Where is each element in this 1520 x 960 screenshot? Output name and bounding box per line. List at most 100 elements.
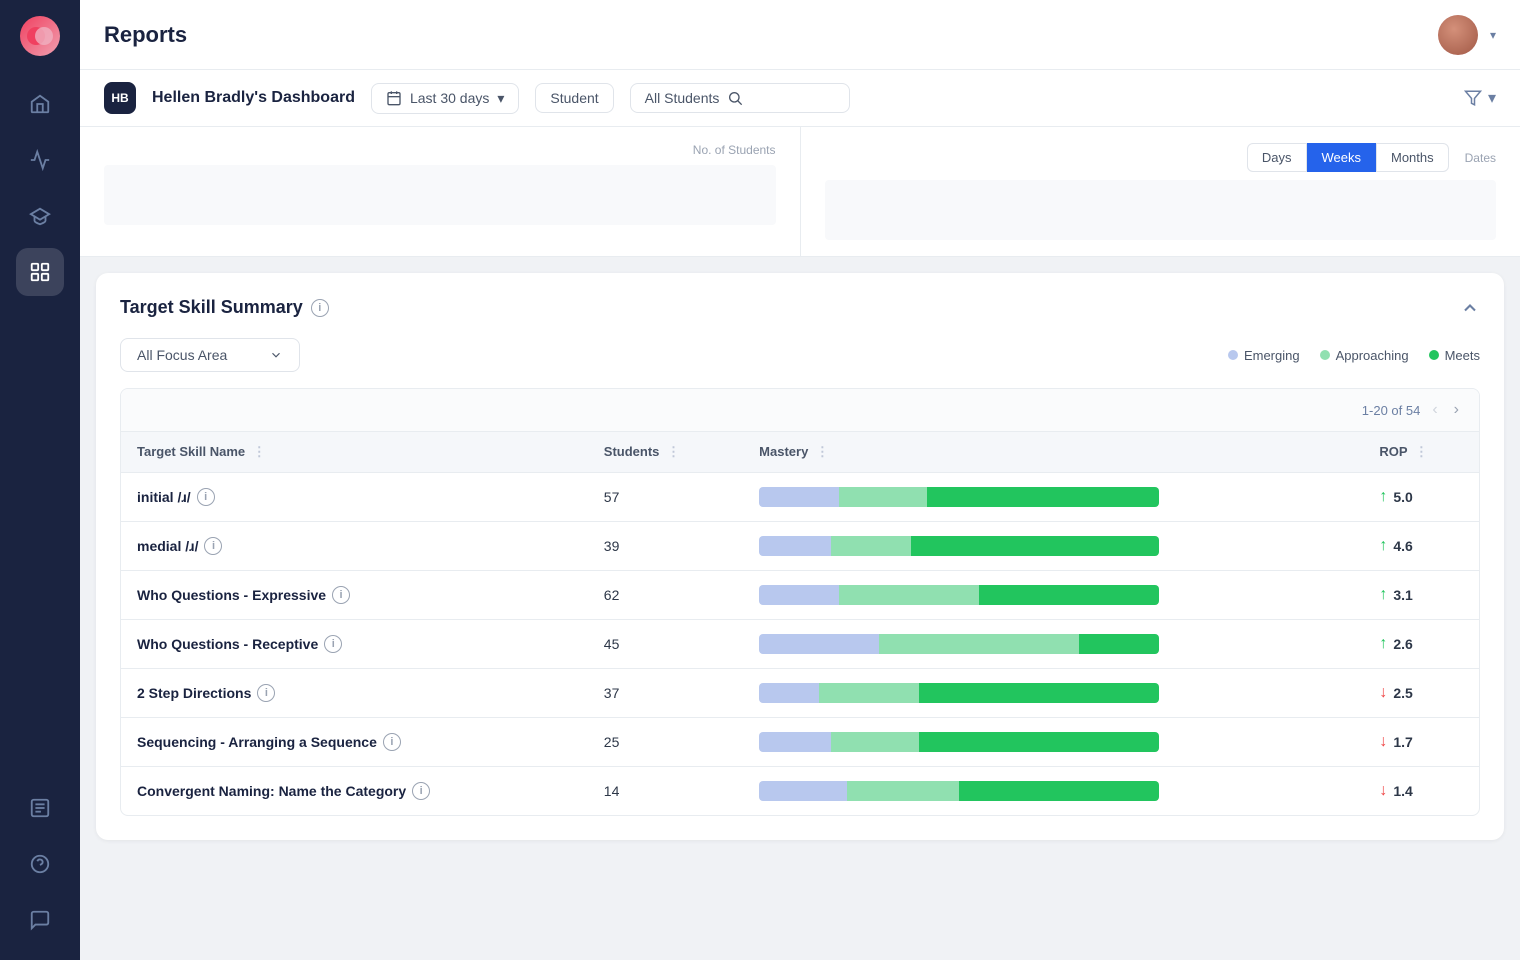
mastery-cell	[743, 718, 1363, 767]
sidebar-item-chart[interactable]	[16, 248, 64, 296]
skill-name-col-menu[interactable]: ⋮	[253, 444, 266, 459]
bar-approaching	[831, 536, 911, 556]
bar-meets	[959, 781, 1159, 801]
table-row[interactable]: Convergent Naming: Name the Category i 1…	[121, 767, 1479, 816]
rop-cell: ↑ 2.6	[1363, 620, 1479, 669]
skill-row-info-icon[interactable]: i	[324, 635, 342, 653]
mastery-cell	[743, 571, 1363, 620]
bar-meets	[919, 683, 1159, 703]
sidebar-item-messages[interactable]	[16, 896, 64, 944]
app-logo[interactable]	[20, 16, 60, 56]
sidebar-item-activity[interactable]	[16, 136, 64, 184]
legend-emerging: Emerging	[1228, 348, 1300, 363]
date-filter-button[interactable]: Last 30 days ▾	[371, 83, 519, 114]
mastery-cell	[743, 767, 1363, 816]
rop-trend-icon: ↑	[1379, 586, 1387, 604]
mastery-cell	[743, 669, 1363, 718]
rop-value: 3.1	[1393, 587, 1412, 603]
skill-row-info-icon[interactable]: i	[257, 684, 275, 702]
skill-title-info-icon[interactable]: i	[311, 299, 329, 317]
pagination-text: 1-20 of 54	[1362, 403, 1421, 418]
sidebar-item-home[interactable]	[16, 80, 64, 128]
rop-cell: ↑ 3.1	[1363, 571, 1479, 620]
bar-emerging	[759, 683, 819, 703]
skill-summary-header: Target Skill Summary i	[120, 297, 1480, 318]
focus-area-chevron-icon	[269, 348, 283, 362]
skill-name-cell: Convergent Naming: Name the Category i	[137, 782, 572, 800]
rop-col-menu[interactable]: ⋮	[1415, 444, 1428, 459]
mastery-col-menu[interactable]: ⋮	[816, 444, 829, 459]
dashboard-name: Hellen Bradly's Dashboard	[152, 89, 355, 107]
skill-row-info-icon[interactable]: i	[197, 488, 215, 506]
sidebar	[0, 0, 80, 960]
students-col-menu[interactable]: ⋮	[667, 444, 680, 459]
sidebar-item-reports[interactable]	[16, 784, 64, 832]
bar-approaching	[839, 487, 927, 507]
calendar-icon	[386, 90, 402, 106]
student-filter-button[interactable]: Student	[535, 83, 613, 113]
skills-table: Target Skill Name ⋮ Students ⋮ Mastery ⋮	[121, 432, 1479, 815]
time-btn-days[interactable]: Days	[1247, 143, 1307, 172]
rop-cell: ↓ 1.4	[1363, 767, 1479, 816]
students-cell: 45	[588, 620, 743, 669]
table-row[interactable]: medial /ɹ/ i 39 ↑ 4.6	[121, 522, 1479, 571]
bar-meets	[919, 732, 1159, 752]
next-page-button[interactable]: ›	[1450, 399, 1463, 421]
rop-cell: ↑ 5.0	[1363, 473, 1479, 522]
pagination-row: 1-20 of 54 ‹ ›	[121, 389, 1479, 432]
skill-name-cell: medial /ɹ/ i	[137, 537, 572, 555]
skill-row-info-icon[interactable]: i	[204, 537, 222, 555]
student-filter-label: Student	[550, 90, 598, 106]
skill-row-info-icon[interactable]: i	[383, 733, 401, 751]
table-row[interactable]: Who Questions - Expressive i 62 ↑ 3.1	[121, 571, 1479, 620]
bar-approaching	[879, 634, 1079, 654]
bar-approaching	[839, 585, 979, 605]
meets-label: Meets	[1445, 348, 1480, 363]
user-avatar[interactable]	[1438, 15, 1478, 55]
table-row[interactable]: 2 Step Directions i 37 ↓ 2.5	[121, 669, 1479, 718]
skill-summary-section: Target Skill Summary i All Focus Area	[96, 273, 1504, 840]
meets-dot	[1429, 350, 1439, 360]
students-cell: 62	[588, 571, 743, 620]
bar-approaching	[831, 732, 919, 752]
rop-trend-icon: ↓	[1379, 733, 1387, 751]
user-chevron-icon[interactable]: ▾	[1490, 28, 1496, 42]
legend-meets: Meets	[1429, 348, 1480, 363]
main-content: Reports ▾ HB Hellen Bradly's Dashboard L…	[80, 0, 1520, 960]
sidebar-item-help[interactable]	[16, 840, 64, 888]
table-row[interactable]: Sequencing - Arranging a Sequence i 25 ↓	[121, 718, 1479, 767]
content-area: No. of Students Days Weeks Months Dates	[80, 127, 1520, 960]
bar-emerging	[759, 487, 839, 507]
collapse-button[interactable]	[1460, 297, 1480, 318]
student-search-container[interactable]: All Students	[630, 83, 850, 113]
rop-trend-icon: ↑	[1379, 635, 1387, 653]
bar-approaching	[847, 781, 959, 801]
rop-trend-icon: ↑	[1379, 488, 1387, 506]
rop-value: 1.7	[1393, 734, 1412, 750]
time-btn-months[interactable]: Months	[1376, 143, 1449, 172]
filter-chevron-icon: ▾	[1488, 88, 1496, 108]
time-btn-weeks[interactable]: Weeks	[1307, 143, 1377, 172]
dates-label: Dates	[1465, 151, 1496, 165]
focus-area-select[interactable]: All Focus Area	[120, 338, 300, 372]
sidebar-item-graduation[interactable]	[16, 192, 64, 240]
dashboard-badge: HB	[104, 82, 136, 114]
chart-left-placeholder	[104, 165, 776, 225]
students-cell: 37	[588, 669, 743, 718]
table-row[interactable]: Who Questions - Receptive i 45 ↑ 2.6	[121, 620, 1479, 669]
skill-name-cell: Sequencing - Arranging a Sequence i	[137, 733, 572, 751]
bar-emerging	[759, 585, 839, 605]
emerging-dot	[1228, 350, 1238, 360]
filter-button[interactable]: ▾	[1464, 88, 1496, 108]
col-mastery: Mastery ⋮	[743, 432, 1363, 473]
approaching-label: Approaching	[1336, 348, 1409, 363]
table-row[interactable]: initial /ɹ/ i 57 ↑ 5.0	[121, 473, 1479, 522]
skills-table-container: 1-20 of 54 ‹ › Target Skill Name ⋮	[120, 388, 1480, 816]
bar-emerging	[759, 781, 847, 801]
skill-row-info-icon[interactable]: i	[332, 586, 350, 604]
students-cell: 39	[588, 522, 743, 571]
skill-row-info-icon[interactable]: i	[412, 782, 430, 800]
prev-page-button[interactable]: ‹	[1428, 399, 1441, 421]
approaching-dot	[1320, 350, 1330, 360]
rop-value: 5.0	[1393, 489, 1412, 505]
